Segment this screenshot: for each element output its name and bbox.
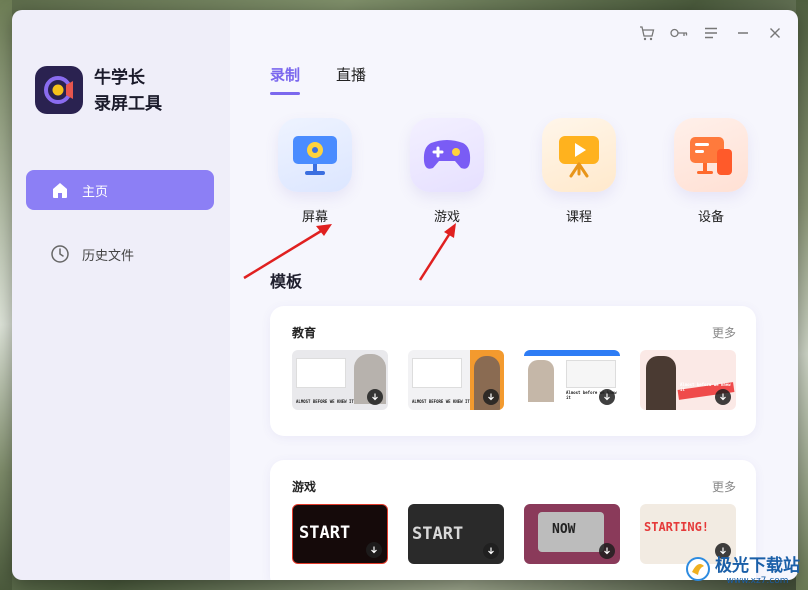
- mode-tile: [674, 118, 748, 192]
- mode-label: 课程: [565, 210, 592, 225]
- main-panel: 录制 直播 屏幕 游戏 课程 设备 模板 教育 更多 ALMOST BEFORE…: [230, 10, 798, 580]
- card-header: 游戏 更多: [292, 478, 736, 495]
- watermark-url: www.xz7.com: [726, 576, 789, 586]
- template-thumbs: ALMOST BEFORE WE KNEW IT ALMOST BEFORE W…: [292, 350, 736, 410]
- accent-bar: [524, 350, 620, 356]
- template-thumb[interactable]: START: [408, 504, 504, 564]
- key-icon[interactable]: [670, 24, 688, 42]
- sidebar-item-history[interactable]: 历史文件: [26, 234, 214, 274]
- mode-game[interactable]: 游戏: [410, 118, 484, 225]
- app-window: 牛学长 录屏工具 主页 历史文件 录制 直播 屏幕 游戏 课程 设备 模板 教育…: [12, 10, 798, 580]
- tab-live[interactable]: 直播: [336, 64, 366, 95]
- slide-placeholder: [296, 358, 346, 388]
- mode-tile: [542, 118, 616, 192]
- template-thumb[interactable]: Almost before we knew it: [524, 350, 620, 410]
- watermark: 极光下载站 www.xz7.com: [685, 551, 800, 586]
- monitor-icon: [293, 136, 337, 175]
- sidebar-item-label: 历史文件: [82, 248, 135, 264]
- thumb-caption: START: [299, 523, 351, 543]
- window-controls: [638, 24, 784, 42]
- presenter-image: [528, 360, 554, 402]
- card-title: 教育: [292, 326, 317, 340]
- template-thumbs: START START NOW STARTING!: [292, 504, 736, 564]
- more-link[interactable]: 更多: [712, 478, 736, 495]
- top-tabs: 录制 直播: [270, 64, 366, 95]
- card-title: 游戏: [292, 480, 317, 494]
- app-name-line2: 录屏工具: [94, 94, 162, 114]
- mode-device[interactable]: 设备: [674, 118, 748, 225]
- slide-placeholder: [566, 360, 616, 388]
- download-icon[interactable]: [367, 389, 383, 405]
- download-icon[interactable]: [483, 389, 499, 405]
- sidebar-item-home[interactable]: 主页: [26, 170, 214, 210]
- course-video-icon: [559, 136, 599, 178]
- clock-icon: [51, 245, 69, 263]
- card-header: 教育 更多: [292, 324, 736, 341]
- mode-label: 游戏: [433, 210, 460, 225]
- watermark-logo-icon: [686, 556, 710, 581]
- template-thumb[interactable]: Almost before we knew it: [640, 350, 736, 410]
- app-name-line1: 牛学长: [94, 68, 145, 88]
- mode-tile: [410, 118, 484, 192]
- home-icon: [53, 183, 67, 198]
- mode-course[interactable]: 课程: [542, 118, 616, 225]
- mode-screen[interactable]: 屏幕: [278, 118, 352, 225]
- gamepad-icon: [423, 140, 471, 169]
- template-thumb[interactable]: ALMOST BEFORE WE KNEW IT: [408, 350, 504, 410]
- thumb-caption: ALMOST BEFORE WE KNEW IT: [296, 399, 354, 404]
- thumb-caption: ALMOST BEFORE WE KNEW IT: [412, 399, 470, 404]
- menu-icon[interactable]: [702, 24, 720, 42]
- sidebar-item-label: 主页: [82, 184, 109, 200]
- sidebar: 牛学长 录屏工具 主页 历史文件: [12, 10, 230, 580]
- thumb-caption: NOW: [552, 522, 576, 537]
- thumb-caption: STARTING!: [644, 520, 710, 534]
- slide-placeholder: [412, 358, 462, 388]
- minimize-icon[interactable]: [734, 24, 752, 42]
- more-link[interactable]: 更多: [712, 324, 736, 341]
- template-thumb[interactable]: START: [292, 504, 388, 564]
- record-modes: 屏幕 游戏 课程 设备: [278, 118, 748, 225]
- watermark-title: 极光下载站: [715, 556, 800, 576]
- mode-tile: [278, 118, 352, 192]
- device-icon: [690, 137, 732, 175]
- download-icon[interactable]: [599, 543, 615, 559]
- template-thumb[interactable]: NOW: [524, 504, 620, 564]
- template-card-games: 游戏 更多 START START NOW STARTING!: [270, 460, 756, 580]
- templates-title: 模板: [270, 272, 303, 291]
- cart-icon[interactable]: [638, 24, 656, 42]
- thumb-caption: START: [412, 524, 464, 544]
- app-logo: [35, 66, 83, 114]
- template-card-education: 教育 更多 ALMOST BEFORE WE KNEW IT ALMOST BE…: [270, 306, 756, 436]
- download-icon[interactable]: [715, 389, 731, 405]
- download-icon[interactable]: [599, 389, 615, 405]
- app-name: 牛学长 录屏工具: [94, 65, 194, 117]
- presenter-image: [646, 356, 676, 410]
- download-icon[interactable]: [366, 542, 382, 558]
- tab-record[interactable]: 录制: [270, 64, 301, 95]
- close-icon[interactable]: [766, 24, 784, 42]
- watermark-text: 极光下载站 www.xz7.com: [715, 551, 800, 586]
- mode-label: 设备: [697, 210, 724, 225]
- template-thumb[interactable]: ALMOST BEFORE WE KNEW IT: [292, 350, 388, 410]
- download-icon[interactable]: [483, 543, 499, 559]
- desktop-background-left: [0, 0, 12, 590]
- mode-label: 屏幕: [301, 210, 328, 225]
